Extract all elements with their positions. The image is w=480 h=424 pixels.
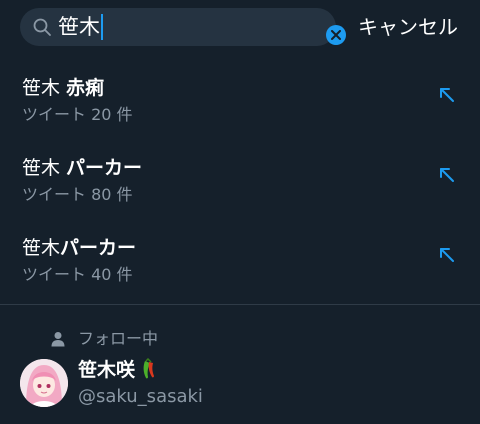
user-display-name: 笹木咲: [78, 357, 157, 382]
suggestion-completion: 赤痢: [66, 77, 105, 99]
suggestion-title: 笹木パーカー: [22, 236, 136, 260]
suggestion-prefix: 笹木: [22, 157, 67, 179]
text-caret: [101, 14, 103, 40]
suggestion-prefix: 笹木: [22, 237, 61, 259]
user-handle: @saku_sasaki: [78, 386, 203, 407]
chili-pepper-icon: [139, 357, 157, 380]
suggestion-tweet-count: ツイート 20 件: [22, 105, 133, 124]
avatar[interactable]: [20, 359, 68, 407]
search-header: 笹木 キャンセル: [0, 0, 480, 56]
suggestion-tweet-count: ツイート 40 件: [22, 265, 133, 284]
search-suggestion[interactable]: 笹木パーカー ツイート 40 件: [0, 222, 480, 302]
section-divider: [0, 304, 480, 305]
suggestion-tweet-count: ツイート 80 件: [22, 185, 133, 204]
arrow-up-left-icon[interactable]: [438, 86, 456, 104]
following-label: フォロー中: [78, 329, 159, 348]
search-query-text: 笹木: [58, 15, 100, 39]
suggestion-completion: パーカー: [66, 157, 143, 179]
person-icon: [50, 331, 66, 347]
search-suggestion[interactable]: 笹木 赤痢 ツイート 20 件: [0, 62, 480, 142]
arrow-up-left-icon[interactable]: [438, 166, 456, 184]
user-name-text: 笹木咲: [78, 359, 136, 381]
suggestion-title: 笹木 パーカー: [22, 156, 142, 180]
search-input[interactable]: 笹木: [20, 8, 346, 46]
cancel-button[interactable]: キャンセル: [358, 14, 458, 40]
clear-search-button[interactable]: [326, 25, 346, 45]
search-suggestion[interactable]: 笹木 パーカー ツイート 80 件: [0, 142, 480, 222]
arrow-up-left-icon[interactable]: [438, 246, 456, 264]
search-icon: [32, 17, 52, 37]
clear-icon: [331, 30, 341, 40]
search-query: 笹木: [58, 14, 103, 40]
suggestion-completion: パーカー: [60, 237, 137, 259]
suggestion-title: 笹木 赤痢: [22, 76, 104, 100]
suggestion-prefix: 笹木: [22, 77, 67, 99]
